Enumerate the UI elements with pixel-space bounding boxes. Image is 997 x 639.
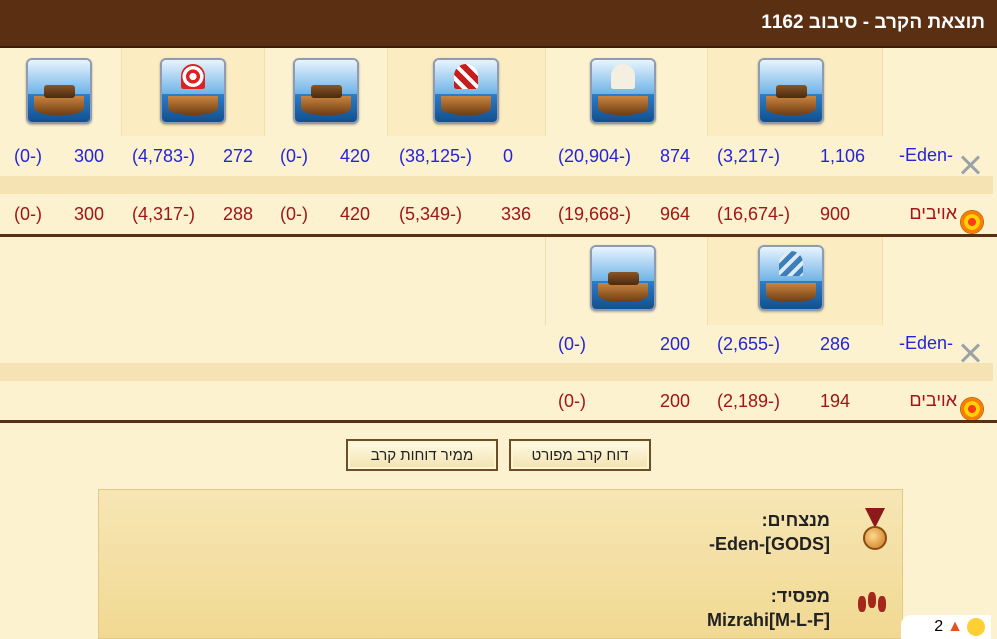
row-spacer (0, 176, 993, 194)
unit-count: 272 (223, 146, 254, 166)
report-converter-button[interactable]: ממיר דוחות קרב (346, 439, 498, 471)
unit-count: 900 (820, 204, 851, 224)
crossed-swords-icon (957, 341, 983, 363)
unit-cell-label (883, 48, 993, 136)
crane-ship-icon (590, 245, 656, 311)
unit-count: 420 (340, 146, 371, 166)
eden-row-2: (0-) 200 (2,655-) 286 -Eden- (0, 325, 993, 363)
eden-label: -Eden- (899, 144, 983, 166)
unit-loss: (5,349-) (399, 204, 463, 224)
unit-count: 286 (820, 334, 851, 354)
unit-cell-3 (388, 48, 546, 136)
unit-loss: (0-) (558, 334, 586, 354)
unit-cell-2 (546, 48, 708, 136)
loser-label: מפסיד: (770, 586, 830, 606)
paddle-ship-icon (758, 245, 824, 311)
unit-count: 288 (223, 204, 254, 224)
unit-loss: (3,217-) (717, 146, 781, 166)
unit-loss: (0-) (14, 146, 42, 166)
winners-name: Eden-[GODS]- (709, 534, 830, 554)
unit-cell-4 (265, 48, 388, 136)
fire-ship-icon (758, 58, 824, 124)
unit-count: 194 (820, 391, 851, 411)
unit-loss: (0-) (558, 391, 586, 411)
unit-count: 0 (503, 146, 514, 166)
unit-cell-empty (0, 237, 546, 325)
enemy-label: אויבים (909, 389, 983, 420)
unit-images-row-2 (0, 237, 993, 325)
mortar-ship-icon (293, 58, 359, 124)
unit-loss: (2,655-) (717, 334, 781, 354)
smiley-icon (967, 618, 985, 636)
unit-count: 200 (660, 334, 691, 354)
report-header: תוצאת הקרב - סיבוב 1162 (0, 0, 997, 48)
unit-count: 200 (660, 391, 691, 411)
eden-row-1: (0-) 300 (4,783-) 272 (0-) 420 (38,125-)… (0, 137, 993, 175)
ram-ship-icon (590, 58, 656, 124)
unit-loss: (16,674-) (717, 204, 791, 224)
row-spacer (0, 363, 993, 381)
eden-name: -Eden- (898, 332, 953, 353)
fire-icon: ▲ (947, 618, 963, 635)
unit-count: 300 (74, 204, 105, 224)
unit-loss: (2,189-) (717, 391, 781, 411)
unit-count: 1,106 (820, 146, 866, 166)
unit-loss: (19,668-) (558, 204, 632, 224)
unit-cell-8 (546, 237, 708, 325)
detailed-report-button[interactable]: דוח קרב מפורט (509, 439, 651, 471)
unit-cell-1 (708, 48, 883, 136)
unit-cell-5 (122, 48, 265, 136)
cannon-ship-icon (433, 58, 499, 124)
reaction-widget[interactable]: 2 ▲ (901, 615, 991, 639)
enemy-row-1: (0-) 300 (4,317-) 288 (0-) 420 (5,349-) … (0, 195, 993, 233)
reaction-count: 2 (934, 618, 944, 635)
loser-name: Mizrahi[M-L-F] (707, 610, 830, 630)
unit-cell-label (883, 237, 993, 325)
unit-loss: (20,904-) (558, 146, 632, 166)
unit-count: 874 (660, 146, 691, 166)
unit-cell-6 (0, 48, 122, 136)
unit-count: 420 (340, 204, 371, 224)
unit-loss: (4,317-) (132, 204, 196, 224)
winners-label: מנצחים: (761, 510, 830, 530)
eden-label: -Eden- (899, 332, 983, 354)
target-icon (961, 211, 983, 233)
unit-loss: (0-) (280, 204, 308, 224)
unit-count: 964 (660, 204, 691, 224)
unit-count: 300 (74, 146, 105, 166)
enemy-row-2: (0-) 200 (2,189-) 194 אויבים (0, 382, 993, 420)
page-title: תוצאת הקרב - סיבוב 1162 (761, 12, 985, 33)
crossed-swords-icon (957, 153, 983, 175)
medal-icon (860, 508, 890, 552)
ballista-ship-icon (160, 58, 226, 124)
battle-result-panel: מנצחים: Eden-[GODS]- מפסיד: Mizrahi[M-L-… (98, 489, 903, 639)
catapult-ship-icon (26, 58, 92, 124)
enemy-name: אויבים (909, 389, 957, 410)
unit-cell-7 (708, 237, 883, 325)
group-separator (0, 420, 997, 423)
unit-loss: (0-) (280, 146, 308, 166)
eden-name: -Eden- (898, 144, 953, 165)
unit-loss: (4,783-) (132, 146, 196, 166)
unit-count: 336 (501, 204, 532, 224)
defeated-soldiers-icon (856, 588, 892, 618)
unit-images-row-1 (0, 48, 993, 136)
unit-loss: (38,125-) (399, 146, 473, 166)
enemy-name: אויבים (909, 202, 957, 223)
target-icon (961, 398, 983, 420)
enemy-label: אויבים (909, 202, 983, 233)
unit-loss: (0-) (14, 204, 42, 224)
